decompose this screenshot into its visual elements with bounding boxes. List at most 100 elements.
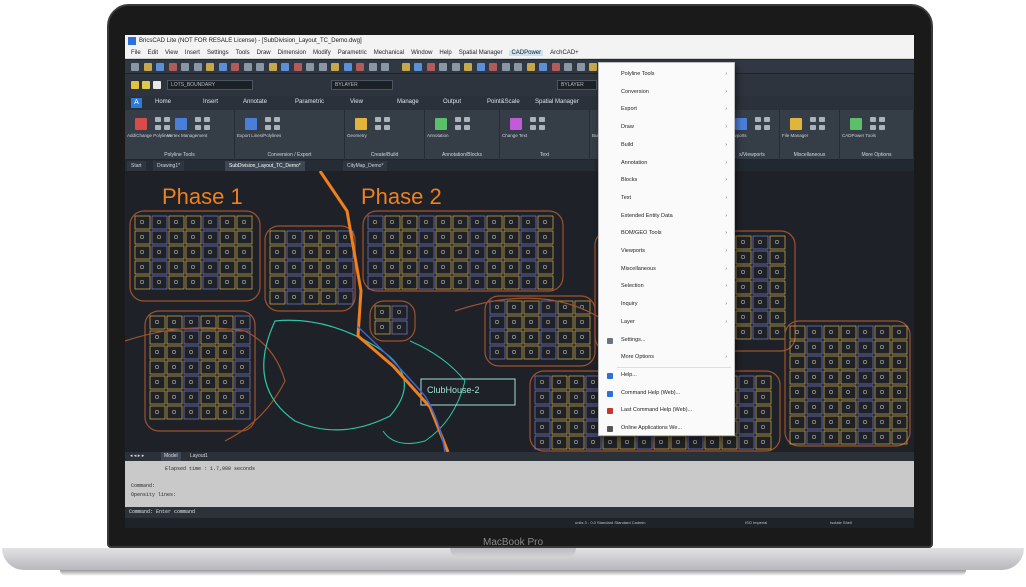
- toolbar-icon[interactable]: [293, 63, 302, 71]
- menu-item-blocks[interactable]: Blocks ›: [599, 172, 734, 190]
- toolbar-icon[interactable]: [526, 63, 535, 71]
- menu-item-conversion[interactable]: Conversion ›: [599, 84, 734, 102]
- document-tab[interactable]: Drawing1*: [153, 161, 185, 171]
- small-tool-icon[interactable]: [265, 125, 271, 130]
- toolbar-icon[interactable]: [464, 63, 472, 71]
- toolbar-icon[interactable]: [331, 63, 339, 71]
- toolbar-icon[interactable]: [206, 63, 214, 71]
- menu-insert[interactable]: Insert: [185, 50, 200, 56]
- toolbar-icon[interactable]: [489, 63, 497, 71]
- menu-item-online-applications-we[interactable]: Online Applications We...: [599, 420, 734, 438]
- status-annotation[interactable]: ISO Imperial: [745, 518, 767, 528]
- ribbon-button-icon[interactable]: [355, 118, 367, 130]
- small-tool-icon[interactable]: [464, 117, 470, 122]
- menu-item-selection[interactable]: Selection ›: [599, 278, 734, 296]
- small-tool-icon[interactable]: [375, 125, 381, 130]
- menu-window[interactable]: Window: [411, 50, 432, 56]
- menu-item-command-help-web[interactable]: Command Help (Web)...: [599, 385, 734, 403]
- small-tool-icon[interactable]: [879, 125, 885, 130]
- linetype-combo[interactable]: BYLAYER: [557, 80, 597, 90]
- toolbar-icon[interactable]: [181, 63, 189, 71]
- ribbon-tab-annotate[interactable]: Annotate: [243, 99, 267, 105]
- small-tool-icon[interactable]: [764, 125, 770, 130]
- menu-help[interactable]: Help: [439, 50, 451, 56]
- ribbon-button-label[interactable]: Vertex Management: [167, 133, 207, 138]
- menu-item-annotation[interactable]: Annotation ›: [599, 155, 734, 173]
- small-tool-icon[interactable]: [764, 117, 770, 122]
- toolbar-icon[interactable]: [381, 63, 389, 71]
- small-tool-icon[interactable]: [384, 117, 390, 122]
- small-tool-icon[interactable]: [870, 125, 876, 130]
- menu-item-text[interactable]: Text ›: [599, 190, 734, 208]
- toolbar-icon[interactable]: [401, 63, 410, 71]
- menu-view[interactable]: View: [165, 50, 178, 56]
- small-tool-icon[interactable]: [539, 125, 545, 130]
- document-tab[interactable]: Start: [127, 161, 146, 171]
- ribbon-tab-parametric[interactable]: Parametric: [295, 99, 324, 105]
- ribbon-button-label[interactable]: Export Lines/Polylines: [237, 133, 281, 138]
- document-tab[interactable]: SubDivision_Layout_TC_Demo*: [225, 161, 305, 171]
- menu-item-last-command-help-web[interactable]: Last Command Help (Web)...: [599, 402, 734, 420]
- ribbon-tab-insert[interactable]: Insert: [203, 99, 218, 105]
- ribbon-button-icon[interactable]: [175, 118, 187, 130]
- toolbar-icon[interactable]: [156, 63, 164, 71]
- ribbon-button-label[interactable]: Add/Change Polylines: [127, 133, 171, 138]
- tab-layout1[interactable]: Layout1: [187, 452, 211, 461]
- menu-draw[interactable]: Draw: [257, 50, 271, 56]
- small-tool-icon[interactable]: [204, 117, 210, 122]
- small-tool-icon[interactable]: [755, 125, 761, 130]
- toolbar-icon[interactable]: [168, 63, 177, 71]
- small-tool-icon[interactable]: [819, 125, 825, 130]
- menu-item-viewports[interactable]: Viewports ›: [599, 243, 734, 261]
- ribbon-button-icon[interactable]: [435, 118, 447, 130]
- toolbar-icon[interactable]: [576, 63, 585, 71]
- ribbon-button-icon[interactable]: [135, 118, 147, 130]
- small-tool-icon[interactable]: [530, 117, 536, 122]
- small-tool-icon[interactable]: [810, 117, 816, 122]
- toolbar-icon[interactable]: [426, 63, 435, 71]
- toolbar-icon[interactable]: [281, 63, 289, 71]
- ribbon-button-label[interactable]: CADPower Tools: [842, 133, 876, 138]
- menu-mechanical[interactable]: Mechanical: [374, 50, 404, 56]
- toolbar-icon[interactable]: [439, 63, 447, 71]
- menu-spatial-manager[interactable]: Spatial Manager: [459, 50, 503, 56]
- toolbar-icon[interactable]: [231, 63, 239, 71]
- small-tool-icon[interactable]: [464, 125, 470, 130]
- menu-item-build[interactable]: Build ›: [599, 137, 734, 155]
- ribbon-button-label[interactable]: File Manager: [782, 133, 808, 138]
- ribbon-tab-point-scale[interactable]: Point&Scale: [487, 99, 520, 105]
- color-combo[interactable]: BYLAYER: [331, 80, 393, 90]
- tab-model[interactable]: Model: [161, 452, 181, 461]
- small-tool-icon[interactable]: [155, 125, 161, 130]
- menu-item-extended-entity-data[interactable]: Extended Entity Data ›: [599, 208, 734, 226]
- toolbar-icon[interactable]: [193, 63, 202, 71]
- toolbar-icon[interactable]: [501, 63, 510, 71]
- toolbar-icon[interactable]: [539, 63, 547, 71]
- menu-cadpower[interactable]: CADPower: [509, 50, 544, 56]
- ribbon-button-icon[interactable]: [735, 118, 747, 130]
- menu-tools[interactable]: Tools: [236, 50, 250, 56]
- toolbar-icon[interactable]: [131, 63, 139, 71]
- small-tool-icon[interactable]: [274, 125, 280, 130]
- toolbar-icon[interactable]: [218, 63, 227, 71]
- toolbar-icon[interactable]: [343, 63, 352, 71]
- toolbar-icon[interactable]: [256, 63, 264, 71]
- ribbon-tab-manage[interactable]: Manage: [397, 99, 419, 105]
- small-tool-icon[interactable]: [539, 117, 545, 122]
- layout-nav-icons[interactable]: ◂ ◂ ▸ ▸: [127, 452, 147, 461]
- lock-icon[interactable]: [153, 81, 161, 89]
- ribbon-tab-view[interactable]: View: [350, 99, 363, 105]
- toolbar-icon[interactable]: [514, 63, 522, 71]
- small-tool-icon[interactable]: [455, 117, 461, 122]
- command-input[interactable]: Command: Enter command: [125, 507, 914, 518]
- toolbar-icon[interactable]: [356, 63, 364, 71]
- small-tool-icon[interactable]: [204, 125, 210, 130]
- ribbon-button-icon[interactable]: [850, 118, 862, 130]
- small-tool-icon[interactable]: [155, 117, 161, 122]
- ribbon-tab-home[interactable]: Home: [155, 99, 171, 105]
- menu-item-miscellaneous[interactable]: Miscellaneous ›: [599, 261, 734, 279]
- status-units[interactable]: units 3 - 0.0 Standard Standard Cadmin: [575, 518, 646, 528]
- toolbar-icon[interactable]: [243, 63, 252, 71]
- small-tool-icon[interactable]: [265, 117, 271, 122]
- toolbar-icon[interactable]: [143, 63, 152, 71]
